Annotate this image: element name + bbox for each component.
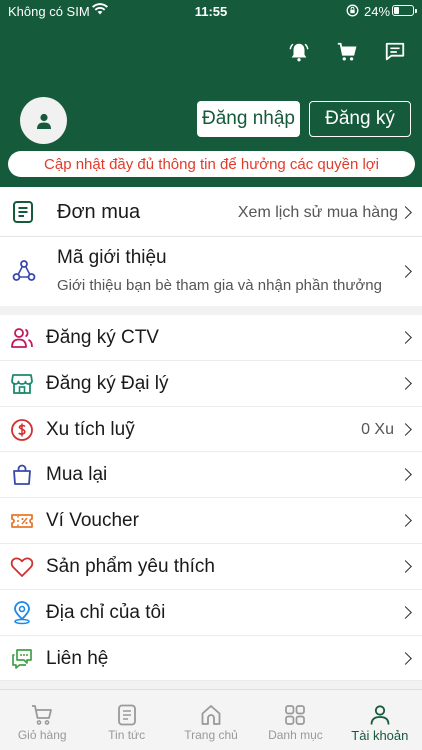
menu-item-label: Đăng ký Đại lý — [46, 372, 169, 394]
orders-row[interactable]: Đơn mua Xem lịch sử mua hàng — [0, 187, 422, 237]
tab-label: Tin tức — [108, 728, 146, 742]
menu-item-contact[interactable]: Liên hệ — [0, 636, 422, 682]
chevron-right-icon — [399, 265, 412, 278]
referral-subtitle: Giới thiệu bạn bè tham gia và nhận phần … — [57, 277, 382, 294]
tab-cart[interactable]: Giỏ hàng — [0, 690, 84, 750]
battery-percent: 24% — [364, 4, 391, 19]
avatar[interactable] — [20, 97, 67, 144]
grid-icon — [283, 702, 307, 728]
menu-item-address[interactable]: Địa chỉ của tôi — [0, 590, 422, 636]
rotation-lock-icon — [346, 4, 359, 20]
menu-item-ctv[interactable]: Đăng ký CTV — [0, 315, 422, 361]
chevron-right-icon — [399, 560, 412, 573]
menu-item-label: Xu tích luỹ — [46, 418, 135, 440]
user-icon — [368, 702, 392, 728]
register-button[interactable]: Đăng ký — [309, 101, 411, 137]
coin-icon — [10, 418, 34, 442]
menu-item-label: Đăng ký CTV — [46, 327, 159, 348]
menu-item-coins[interactable]: Xu tích luỹ 0 Xu — [0, 407, 422, 453]
chevron-right-icon — [399, 468, 412, 482]
menu-item-label: Liên hệ — [46, 647, 109, 669]
bottom-tab-bar: Giỏ hàng Tin tức Trang chủ Danh mục Tài … — [0, 689, 422, 750]
menu-item-label: Mua lại — [46, 464, 108, 486]
tab-label: Trang chủ — [184, 728, 238, 742]
menu-item-favorites[interactable]: Sản phẩm yêu thích — [0, 544, 422, 590]
tab-news[interactable]: Tin tức — [84, 690, 168, 750]
status-bar: Không có SIM 11:55 24% — [0, 0, 422, 22]
chevron-right-icon — [399, 514, 412, 528]
menu-item-label: Sản phẩm yêu thích — [46, 555, 215, 577]
menu-item-voucher[interactable]: Ví Voucher — [0, 498, 422, 544]
tab-label: Giỏ hàng — [17, 728, 67, 742]
orders-title: Đơn mua — [57, 201, 141, 223]
user-icon — [36, 113, 51, 129]
cart-icon — [30, 702, 54, 728]
users-icon — [10, 326, 34, 350]
store-icon — [10, 372, 34, 396]
location-pin-icon — [10, 600, 34, 625]
referral-title: Mã giới thiệu — [57, 247, 167, 268]
header-actions — [286, 40, 408, 64]
chevron-right-icon — [399, 331, 412, 344]
home-icon — [199, 702, 223, 728]
bell-icon[interactable] — [286, 40, 312, 64]
chevron-right-icon — [399, 651, 412, 665]
tab-home[interactable]: Trang chủ — [169, 690, 253, 750]
referral-icon — [12, 259, 36, 288]
chevron-right-icon — [399, 206, 412, 219]
menu-item-label: Địa chỉ của tôi — [46, 601, 166, 623]
login-button[interactable]: Đăng nhập — [197, 101, 300, 137]
referral-row[interactable]: Mã giới thiệu Giới thiệu bạn bè tham gia… — [0, 237, 422, 306]
chevron-right-icon — [399, 605, 412, 619]
chevron-right-icon — [399, 422, 412, 436]
menu-item-label: Ví Voucher — [46, 510, 139, 532]
menu-item-rebuy[interactable]: Mua lại — [0, 452, 422, 499]
order-list-icon — [12, 200, 34, 229]
shopping-bag-icon — [10, 463, 34, 487]
chat-icon — [10, 647, 34, 671]
tab-label: Danh mục — [268, 728, 323, 742]
heart-icon — [10, 555, 34, 579]
tab-account[interactable]: Tài khoản — [338, 690, 422, 750]
account-menu: Đăng ký CTV Đăng ký Đại lý Xu tích luỹ 0… — [0, 315, 422, 682]
order-history-link[interactable]: Xem lịch sử mua hàng — [238, 204, 398, 222]
account-header: Không có SIM 11:55 24% Đăng nhập Đăng ký… — [0, 0, 422, 187]
chevron-right-icon — [399, 376, 412, 390]
orders-section: Đơn mua Xem lịch sử mua hàng Mã giới thi… — [0, 187, 422, 306]
news-icon — [115, 702, 139, 728]
tab-categories[interactable]: Danh mục — [253, 690, 337, 750]
menu-item-agency[interactable]: Đăng ký Đại lý — [0, 361, 422, 407]
voucher-icon — [10, 509, 34, 533]
battery-icon — [392, 5, 417, 16]
coin-balance: 0 Xu — [361, 420, 394, 438]
profile-promo-banner[interactable]: Cập nhật đầy đủ thông tin để hưởng các q… — [8, 151, 415, 177]
message-icon[interactable] — [382, 40, 408, 64]
tab-label: Tài khoản — [351, 728, 409, 743]
cart-icon[interactable] — [334, 40, 360, 64]
